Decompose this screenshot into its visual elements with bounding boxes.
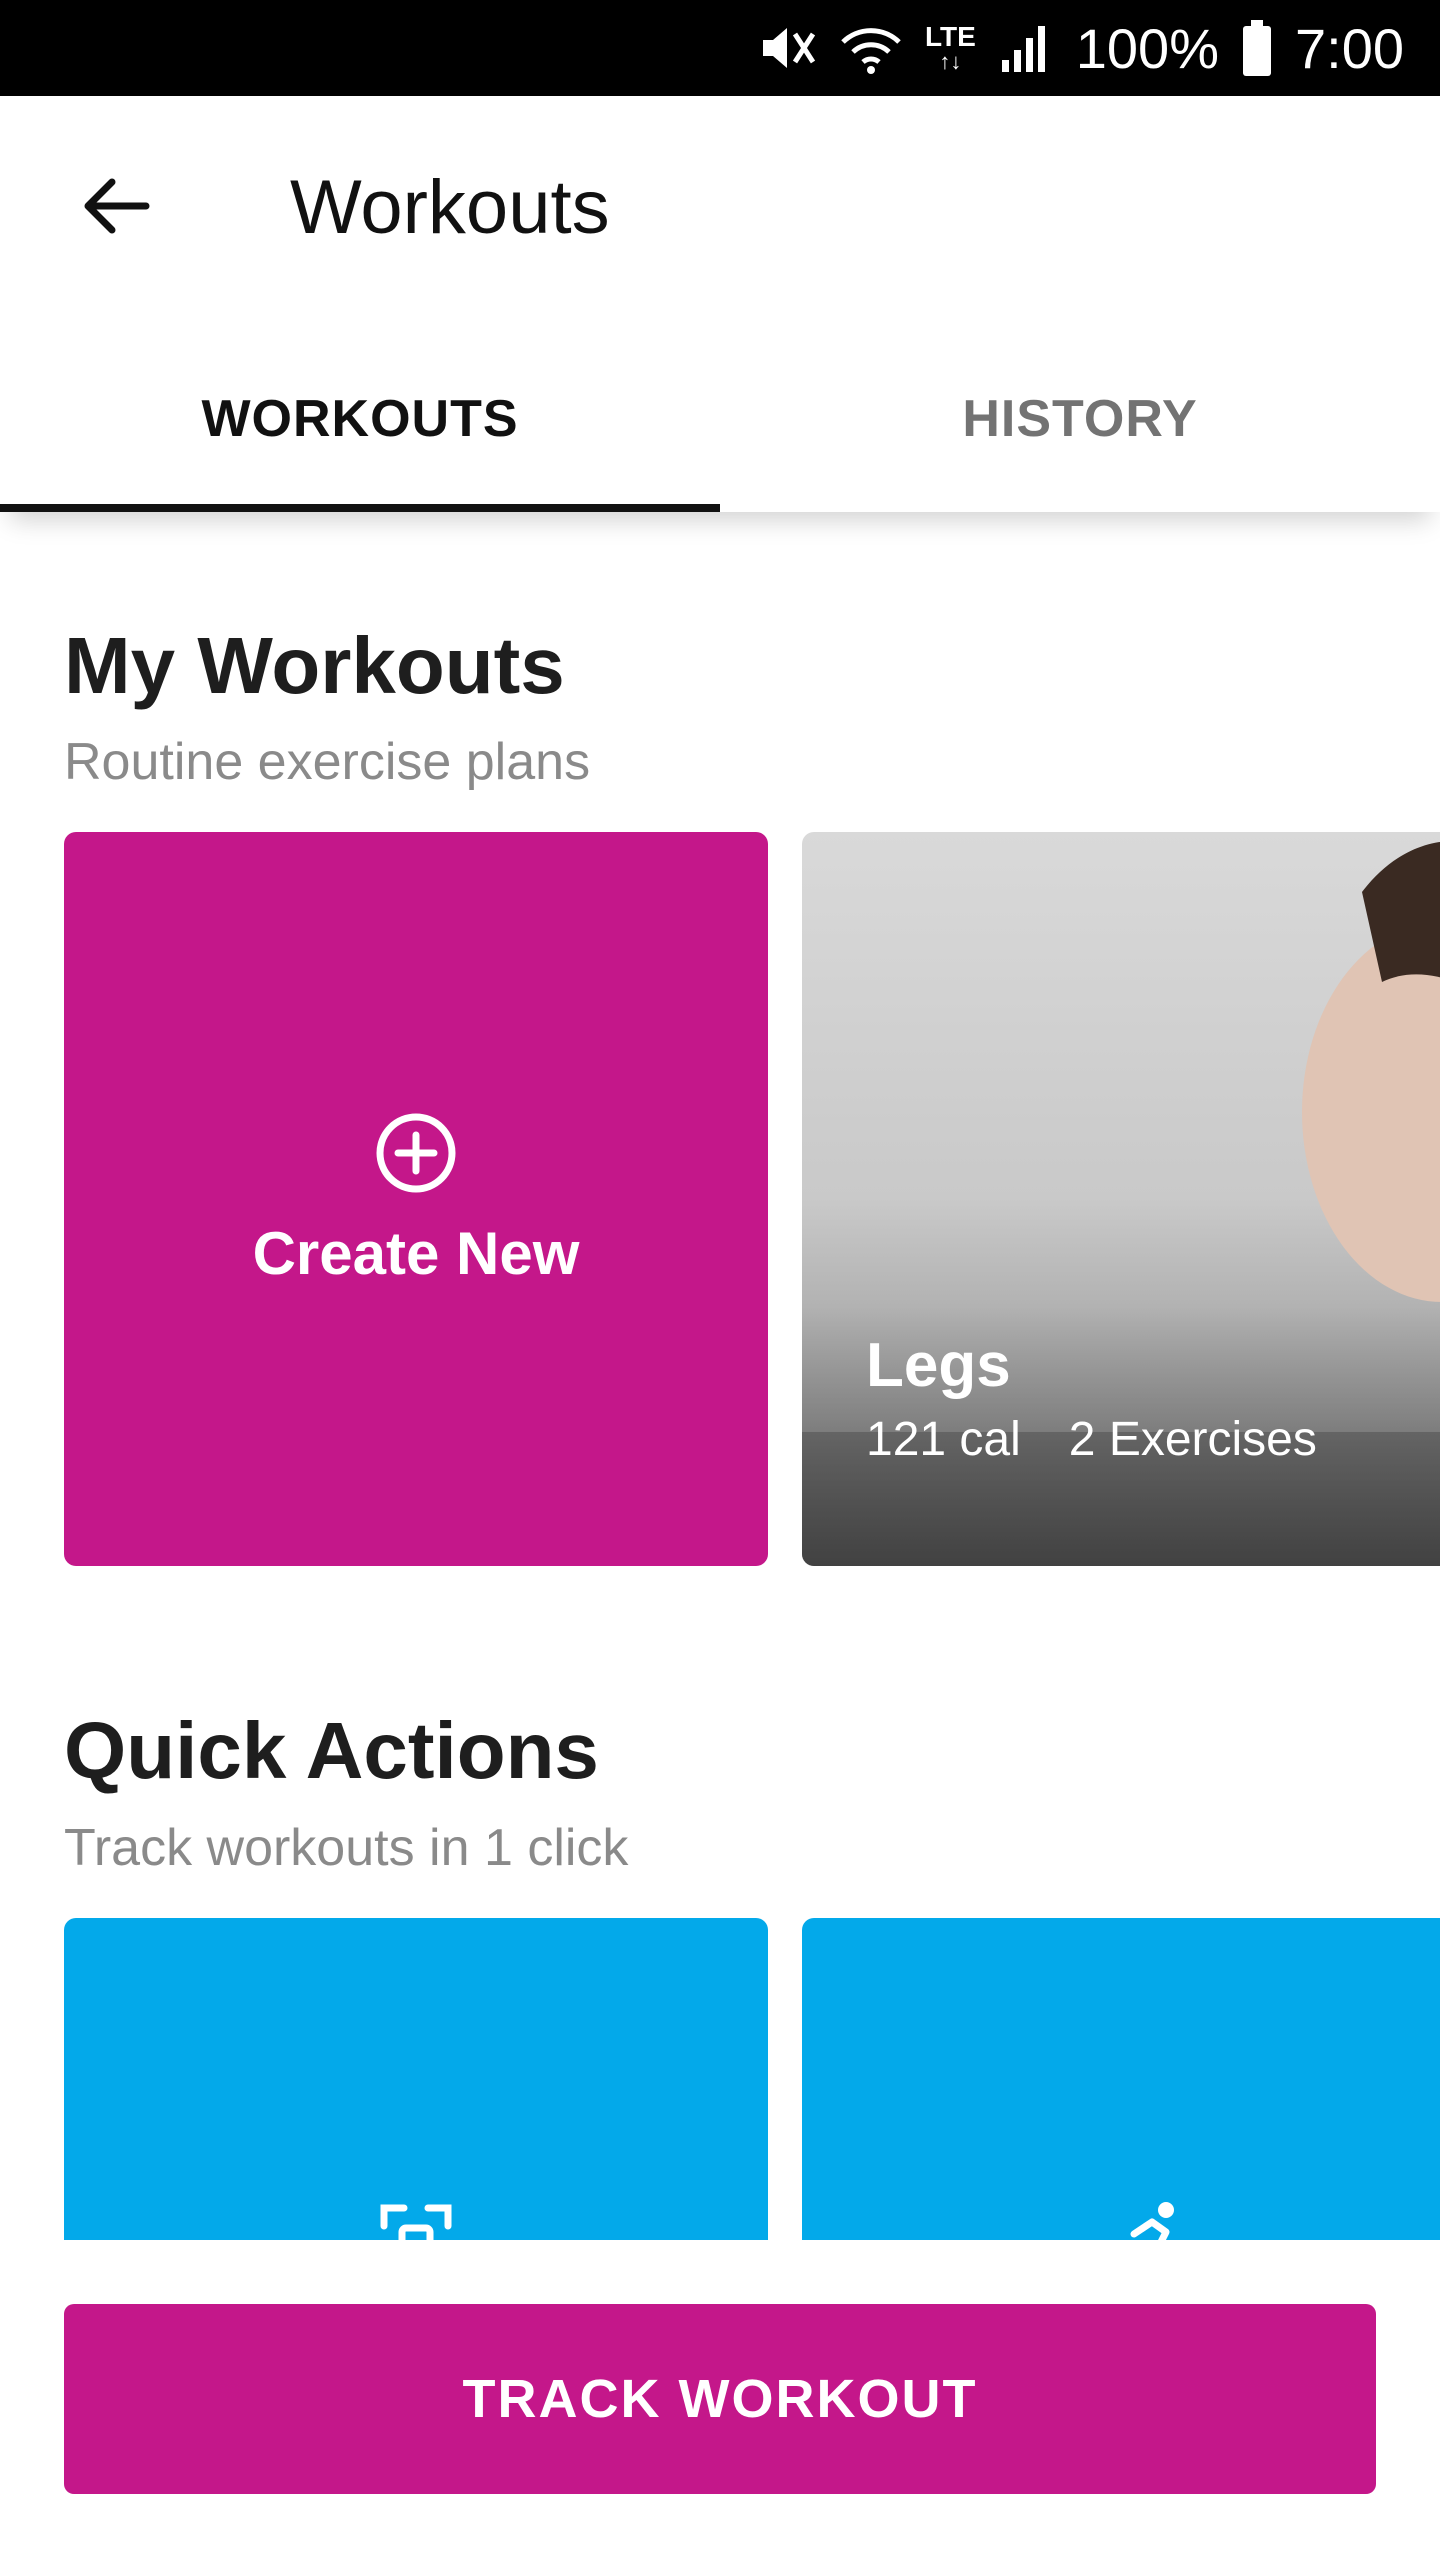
plus-circle-icon <box>376 1113 456 1192</box>
create-new-content: Create New <box>64 832 768 1566</box>
signal-icon <box>998 20 1054 76</box>
workout-meta: 121 cal 2 Exercises <box>866 1412 1317 1467</box>
workout-exercises: 2 Exercises <box>1068 1413 1317 1466</box>
tab-indicator <box>0 504 720 512</box>
tab-workouts-label: WORKOUTS <box>201 390 519 448</box>
workout-card-legs[interactable]: Legs 121 cal 2 Exercises <box>802 832 1440 1566</box>
lte-icon: LTE ↑↓ <box>924 21 976 74</box>
battery-icon <box>1241 18 1273 78</box>
tab-bar: WORKOUTS HISTORY <box>0 326 1440 512</box>
quick-actions-subtitle: Track workouts in 1 click <box>64 1819 629 1877</box>
create-new-card[interactable]: Create New <box>64 832 768 1566</box>
tab-history-label: HISTORY <box>962 390 1198 448</box>
status-bar: LTE ↑↓ 100% 7:00 <box>0 0 1440 96</box>
wifi-icon <box>839 20 903 76</box>
workout-title: Legs <box>866 1331 1011 1400</box>
workout-calories: 121 cal <box>866 1413 1021 1466</box>
create-new-label: Create New <box>252 1219 580 1287</box>
tab-workouts[interactable]: WORKOUTS <box>0 326 720 512</box>
quick-actions-title: Quick Actions <box>64 1706 599 1795</box>
track-workout-button[interactable]: TRACK WORKOUT <box>64 2304 1376 2494</box>
my-workouts-title: My Workouts <box>64 621 565 710</box>
clock: 7:00 <box>1295 16 1404 80</box>
tab-history[interactable]: HISTORY <box>720 326 1440 512</box>
my-workouts-subtitle: Routine exercise plans <box>64 733 591 791</box>
mute-icon <box>757 20 817 76</box>
bottom-bar: TRACK WORKOUT <box>0 2240 1440 2560</box>
back-button[interactable] <box>56 146 176 266</box>
page-title: Workouts <box>290 165 610 250</box>
lte-label: LTE <box>924 21 976 52</box>
battery-percent: 100% <box>1075 16 1219 80</box>
arrow-left-icon <box>84 178 150 234</box>
status-items: LTE ↑↓ 100% 7:00 <box>757 0 1404 96</box>
app-bar: Workouts <box>0 96 1440 326</box>
